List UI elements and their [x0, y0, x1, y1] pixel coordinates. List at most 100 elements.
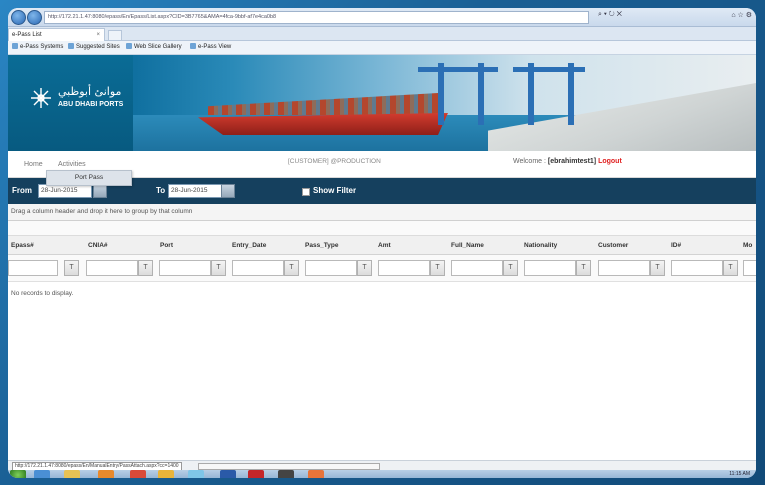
favorite-epass-view[interactable]: e-Pass View	[190, 41, 231, 54]
logout-link[interactable]: Logout	[598, 158, 622, 165]
address-tools[interactable]: ⌕ ▾ ↻ ✕	[598, 11, 622, 19]
filter-input-port[interactable]	[159, 260, 211, 276]
start-button-icon[interactable]	[10, 470, 26, 478]
filter-input-id[interactable]	[671, 260, 723, 276]
column-header-id[interactable]: ID#	[671, 242, 681, 249]
taskbar-ie-icon[interactable]	[34, 470, 50, 478]
abu-dhabi-ports-logo-icon	[31, 88, 51, 108]
header-banner: موانئ أبوظبي ABU DHABI PORTS	[8, 55, 756, 151]
logo-english-text: ABU DHABI PORTS	[58, 101, 124, 108]
grid-toolbar	[8, 221, 756, 236]
group-by-area[interactable]: Drag a column header and drop it here to…	[8, 204, 756, 221]
favorite-label: e-Pass View	[198, 44, 232, 50]
favorites-bar: e-Pass Systems Suggested Sites Web Slice…	[8, 41, 756, 55]
menu-home[interactable]: Home	[24, 161, 43, 168]
column-header-more[interactable]: Mo	[743, 242, 752, 249]
filter-input-entry-date[interactable]	[232, 260, 284, 276]
activities-dropdown-port-pass[interactable]: Port Pass	[46, 170, 132, 186]
taskbar-app-icon[interactable]	[188, 470, 204, 478]
column-header-port[interactable]: Port	[160, 242, 173, 249]
grid-filter-row: T T T T T T T T T T	[8, 255, 756, 282]
tab-epass-list[interactable]: e-Pass List ×	[8, 28, 105, 41]
favorite-page-icon	[190, 43, 196, 50]
column-header-nationality[interactable]: Nationality	[524, 242, 557, 249]
filter-input-epass[interactable]	[8, 260, 58, 276]
filter-input-customer[interactable]	[598, 260, 650, 276]
filter-button-port[interactable]: T	[211, 260, 226, 276]
filter-input-amt[interactable]	[378, 260, 430, 276]
welcome-area: Welcome : [ebrahimtest1] Logout	[513, 158, 622, 165]
column-header-amt[interactable]: Amt	[378, 242, 391, 249]
address-bar: http://172.21.1.47:8080/epass/En/Epass/L…	[8, 8, 756, 27]
to-label: To	[156, 186, 166, 195]
banner-crane-arm	[513, 67, 585, 72]
favorite-label: e-Pass Systems	[20, 44, 64, 50]
favorite-page-icon	[126, 43, 132, 50]
favorite-label: Web Slice Gallery	[134, 44, 182, 50]
filter-input-cnia[interactable]	[86, 260, 138, 276]
filter-input-nationality[interactable]	[524, 260, 576, 276]
filter-button-epass[interactable]: T	[64, 260, 79, 276]
show-filter-checkbox[interactable]	[302, 188, 310, 196]
column-header-pass-type[interactable]: Pass_Type	[305, 242, 338, 249]
username: [ebrahimtest1]	[547, 158, 597, 165]
browser-window: http://172.21.1.47:8080/epass/En/Epass/L…	[8, 8, 756, 478]
filter-button-full-name[interactable]: T	[503, 260, 518, 276]
taskbar-pdf-icon[interactable]	[248, 470, 264, 478]
column-header-full-name[interactable]: Full_Name	[451, 242, 484, 249]
tab-close-icon[interactable]: ×	[96, 29, 100, 41]
filter-button-cnia[interactable]: T	[138, 260, 153, 276]
filter-input-pass-type[interactable]	[305, 260, 357, 276]
forward-button-icon[interactable]	[27, 10, 42, 25]
banner-crane	[568, 63, 574, 125]
filter-button-entry-date[interactable]: T	[284, 260, 299, 276]
favorite-page-icon	[68, 43, 74, 50]
filter-input-full-name[interactable]	[451, 260, 503, 276]
column-header-cnia[interactable]: CNIA#	[88, 242, 108, 249]
taskbar-media-icon[interactable]	[98, 470, 114, 478]
column-header-customer[interactable]: Customer	[598, 242, 628, 249]
filter-button-amt[interactable]: T	[430, 260, 445, 276]
favorite-epass-systems[interactable]: e-Pass Systems	[12, 41, 63, 54]
banner-crane	[478, 63, 484, 125]
url-input[interactable]: http://172.21.1.47:8080/epass/En/Epass/L…	[44, 11, 589, 24]
horizontal-scrollbar[interactable]	[198, 463, 380, 470]
tab-title: e-Pass List	[12, 32, 42, 38]
from-date-input[interactable]: 28-Jun-2015	[38, 184, 92, 198]
taskbar-explorer-icon[interactable]	[64, 470, 80, 478]
menu-activities[interactable]: Activities	[58, 161, 86, 168]
taskbar-powerpoint-icon[interactable]	[308, 470, 324, 478]
environment-label: [CUSTOMER] @PRODUCTION	[288, 158, 381, 165]
taskbar-chrome-icon[interactable]	[130, 470, 146, 478]
filter-button-id[interactable]: T	[723, 260, 738, 276]
show-filter-label: Show Filter	[313, 186, 357, 195]
from-calendar-icon[interactable]	[93, 184, 107, 198]
banner-ship-cargo	[208, 93, 438, 115]
banner-crane	[528, 63, 534, 125]
welcome-text: Welcome :	[513, 158, 546, 165]
favorite-page-icon	[12, 43, 18, 50]
filter-input-more[interactable]	[743, 260, 756, 276]
from-label: From	[12, 186, 32, 195]
taskbar-clock[interactable]: 11:15 AM	[729, 471, 750, 477]
column-header-epass[interactable]: Epass#	[11, 242, 34, 249]
logo-arabic-text: موانئ أبوظبي	[58, 85, 122, 98]
back-button-icon[interactable]	[11, 10, 26, 25]
favorite-web-slice-gallery[interactable]: Web Slice Gallery	[126, 41, 182, 54]
to-calendar-icon[interactable]	[221, 184, 235, 198]
filter-button-pass-type[interactable]: T	[357, 260, 372, 276]
tab-bar: e-Pass List ×	[8, 27, 756, 41]
column-header-entry-date[interactable]: Entry_Date	[232, 242, 266, 249]
favorite-label: Suggested Sites	[76, 44, 120, 50]
browser-tool-icons[interactable]: ⌂ ☆ ⚙	[731, 11, 752, 19]
windows-taskbar: 11:15 AM	[8, 470, 756, 478]
favorite-suggested-sites[interactable]: Suggested Sites	[68, 41, 120, 54]
to-date-input[interactable]: 28-Jun-2015	[168, 184, 222, 198]
filter-button-customer[interactable]: T	[650, 260, 665, 276]
new-tab-button[interactable]	[108, 30, 122, 41]
grid-header: Epass# CNIA# Port Entry_Date Pass_Type A…	[8, 236, 756, 255]
taskbar-folder-icon[interactable]	[158, 470, 174, 478]
taskbar-app-icon[interactable]	[220, 470, 236, 478]
taskbar-app-icon[interactable]	[278, 470, 294, 478]
filter-button-nationality[interactable]: T	[576, 260, 591, 276]
